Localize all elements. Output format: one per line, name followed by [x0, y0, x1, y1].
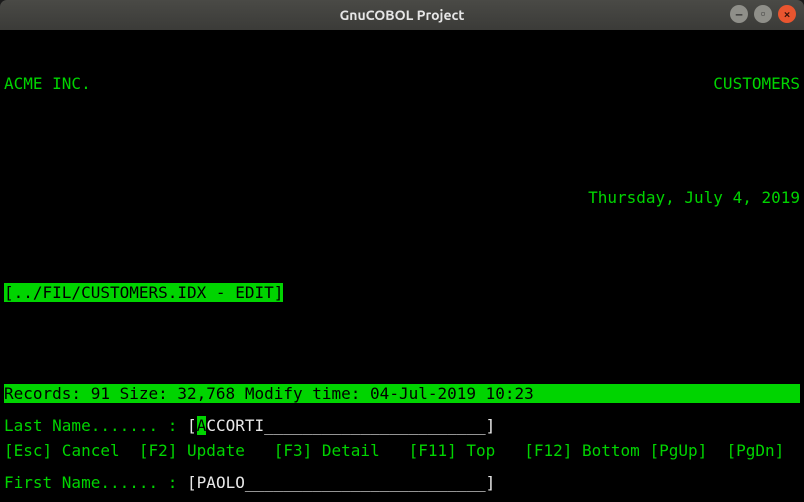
window-title: GnuCOBOL Project: [340, 7, 465, 23]
company-header: ACME INC.: [4, 74, 91, 93]
terminal-screen: ACME INC. CUSTOMERS Thursday, July 4, 20…: [0, 30, 804, 502]
fn-f2[interactable]: [F2]: [139, 441, 178, 460]
fn-f11[interactable]: [F11]: [409, 441, 457, 460]
function-key-bar: [Esc] Cancel [F2] Update [F3] Detail [F1…: [4, 441, 800, 460]
fn-pgdn[interactable]: [PgDn]: [727, 441, 785, 460]
minimize-icon[interactable]: –: [730, 5, 748, 23]
file-edit-bar: [../FIL/CUSTOMERS.IDX - EDIT]: [4, 283, 283, 302]
fn-f12[interactable]: [F12]: [524, 441, 572, 460]
fn-esc[interactable]: [Esc]: [4, 441, 52, 460]
fn-f3[interactable]: [F3]: [274, 441, 313, 460]
window-titlebar: GnuCOBOL Project – ◦ ×: [0, 0, 804, 30]
status-area: Records: 91 Size: 32,768 Modify time: 04…: [4, 346, 800, 498]
date-display: Thursday, July 4, 2019: [4, 188, 800, 207]
close-icon[interactable]: ×: [778, 5, 796, 23]
module-header: CUSTOMERS: [713, 74, 800, 93]
status-line: Records: 91 Size: 32,768 Modify time: 04…: [4, 384, 800, 403]
fn-pgup[interactable]: [PgUp]: [649, 441, 707, 460]
maximize-icon[interactable]: ◦: [754, 5, 772, 23]
window-controls: – ◦ ×: [730, 5, 796, 23]
